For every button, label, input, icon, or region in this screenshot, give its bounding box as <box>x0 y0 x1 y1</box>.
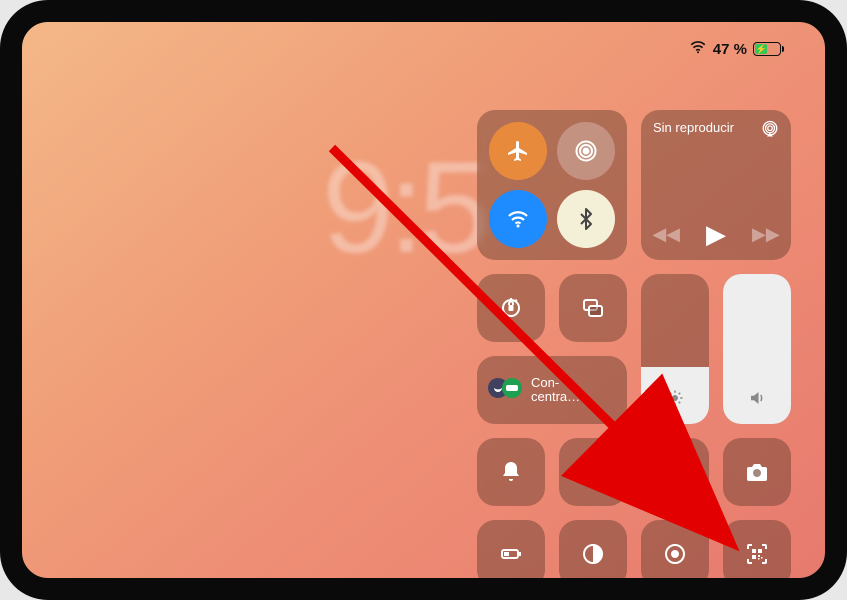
orientation-lock-toggle[interactable] <box>477 274 545 342</box>
brightness-slider[interactable] <box>641 274 709 424</box>
notes-quick-button[interactable] <box>641 438 709 506</box>
next-track-button[interactable]: ▶▶ <box>752 224 780 245</box>
battery-icon: ⚡ <box>753 42 781 56</box>
media-player-tile[interactable]: Sin reproducir ◀◀ ▶ ▶▶ <box>641 110 791 260</box>
qr-code-scanner-button[interactable] <box>723 520 791 588</box>
screen-mirroring-button[interactable] <box>559 274 627 342</box>
connectivity-group <box>477 110 627 260</box>
focus-mode-button[interactable]: Con- centra… <box>477 356 627 424</box>
focus-icons-stack <box>487 377 523 404</box>
now-playing-label: Sin reproducir <box>653 120 734 141</box>
dark-mode-toggle[interactable] <box>559 520 627 588</box>
volume-icon <box>723 389 791 412</box>
focus-label: Con- centra… <box>531 376 580 405</box>
ipad-frame: 47 % ⚡ 9:5 <box>0 0 847 600</box>
lock-screen-clock: 9:5 <box>322 132 485 282</box>
low-power-mode-toggle[interactable] <box>477 520 545 588</box>
status-bar: 47 % ⚡ <box>689 38 781 60</box>
previous-track-button[interactable]: ◀◀ <box>652 224 680 245</box>
airplane-mode-toggle[interactable] <box>489 122 547 180</box>
camera-button[interactable] <box>723 438 791 506</box>
airdrop-toggle[interactable] <box>557 122 615 180</box>
airplay-icon[interactable] <box>761 120 779 141</box>
battery-percent-label: 47 % <box>713 41 747 58</box>
screen-recording-button[interactable] <box>641 520 709 588</box>
control-center: Sin reproducir ◀◀ ▶ ▶▶ <box>477 110 795 588</box>
play-button[interactable]: ▶ <box>706 219 726 250</box>
brightness-icon <box>641 389 709 412</box>
wifi-icon <box>689 38 707 60</box>
timer-button[interactable] <box>559 438 627 506</box>
volume-slider[interactable] <box>723 274 791 424</box>
bluetooth-toggle[interactable] <box>557 190 615 248</box>
wifi-toggle[interactable] <box>489 190 547 248</box>
silent-mode-toggle[interactable] <box>477 438 545 506</box>
